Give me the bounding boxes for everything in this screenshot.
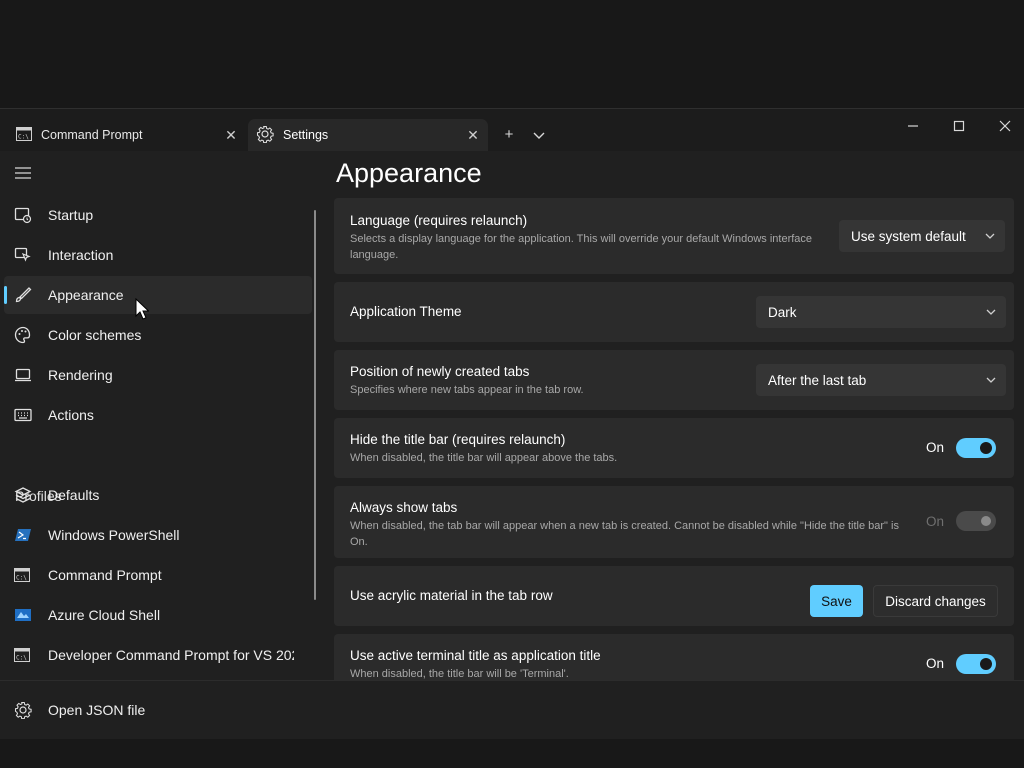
dropdown-value: After the last tab xyxy=(768,372,867,388)
sidebar-item-label: Actions xyxy=(48,407,94,423)
open-json-label: Open JSON file xyxy=(48,702,146,718)
sidebar-item-label: Windows PowerShell xyxy=(48,527,180,543)
chevron-down-icon xyxy=(975,233,1005,239)
sidebar-item-rendering[interactable]: Rendering xyxy=(4,356,312,394)
sidebar-profile-defaults[interactable]: Defaults xyxy=(4,476,312,514)
setting-description: When disabled, the tab bar will appear w… xyxy=(350,520,899,548)
setting-title: Application Theme xyxy=(350,304,462,319)
gear-icon xyxy=(14,701,42,719)
tab-strip: C:\ Command Prompt ✕ Settings ✕ + xyxy=(0,108,1024,151)
setting-tab-position: Position of newly created tabs Specifies… xyxy=(334,350,1014,410)
setting-language: Language (requires relaunch) Selects a d… xyxy=(334,198,1014,274)
interaction-icon xyxy=(14,246,42,264)
sidebar-item-label: Command Prompt xyxy=(48,567,162,583)
tab-label: Command Prompt xyxy=(41,128,143,142)
window-close-icon[interactable] xyxy=(992,119,1018,136)
brush-icon xyxy=(14,286,42,304)
setting-description: When disabled, the title bar will be 'Te… xyxy=(350,668,569,680)
sidebar-item-color-schemes[interactable]: Color schemes xyxy=(4,316,312,354)
toggle-state-label: On xyxy=(925,440,944,455)
azure-icon xyxy=(14,608,42,622)
tab-command-prompt[interactable]: C:\ Command Prompt ✕ xyxy=(0,119,246,151)
setting-theme: Application Theme Dark xyxy=(334,282,1014,342)
setting-title: Language (requires relaunch) xyxy=(350,213,528,228)
sidebar-item-appearance[interactable]: Appearance xyxy=(4,276,312,314)
tab-position-dropdown[interactable]: After the last tab xyxy=(756,364,1006,396)
terminal-window: C:\ Command Prompt ✕ Settings ✕ + Startu… xyxy=(0,108,1024,739)
layers-icon xyxy=(14,486,42,504)
powershell-icon xyxy=(14,528,42,542)
sidebar-item-actions[interactable]: Actions xyxy=(4,396,312,434)
chevron-down-icon xyxy=(976,377,1006,383)
startup-icon xyxy=(14,206,42,224)
sidebar-profile-azure[interactable]: Azure Cloud Shell xyxy=(4,596,312,634)
close-icon[interactable]: ✕ xyxy=(458,127,488,144)
setting-title: Always show tabs xyxy=(350,500,458,515)
minimize-icon[interactable] xyxy=(900,119,926,136)
hamburger-menu-icon[interactable] xyxy=(14,166,32,185)
sidebar-item-label: Appearance xyxy=(48,287,124,303)
save-button[interactable]: Save xyxy=(810,585,863,617)
sidebar-item-startup[interactable]: Startup xyxy=(4,196,312,234)
setting-title: Use acrylic material in the tab row xyxy=(350,588,553,603)
mouse-cursor-icon xyxy=(135,297,150,325)
chevron-down-icon xyxy=(976,309,1006,315)
sidebar-item-label: Defaults xyxy=(48,487,100,503)
setting-description: When disabled, the title bar will appear… xyxy=(350,452,618,464)
page-title: Appearance xyxy=(336,158,482,188)
dropdown-value: Use system default xyxy=(851,228,966,244)
cmd-icon: C:\ xyxy=(16,126,32,144)
setting-hide-title-bar: Hide the title bar (requires relaunch) W… xyxy=(334,418,1014,478)
tab-settings[interactable]: Settings ✕ xyxy=(248,119,488,151)
setting-description: Selects a display language for the appli… xyxy=(350,233,813,261)
sidebar-item-label: Rendering xyxy=(48,367,113,383)
toggle-state-label: On xyxy=(925,656,944,671)
palette-icon xyxy=(14,326,42,344)
setting-always-show-tabs: Always show tabs When disabled, the tab … xyxy=(334,486,1014,558)
sidebar-item-label: Startup xyxy=(48,207,94,223)
toggle-knob xyxy=(981,516,991,526)
maximize-icon[interactable] xyxy=(946,119,972,136)
svg-text:C:\: C:\ xyxy=(16,655,27,662)
setting-description: Specifies where new tabs appear in the t… xyxy=(350,384,584,396)
sidebar-profile-command-prompt[interactable]: C:\ Command Prompt xyxy=(4,556,312,594)
sidebar-item-label: Interaction xyxy=(48,247,114,263)
selection-indicator xyxy=(4,286,7,304)
sidebar-item-interaction[interactable]: Interaction xyxy=(4,236,312,274)
setting-title: Hide the title bar (requires relaunch) xyxy=(350,432,566,447)
setting-title: Use active terminal title as application… xyxy=(350,648,601,663)
setting-active-title: Use active terminal title as application… xyxy=(334,634,1014,680)
active-title-toggle[interactable] xyxy=(956,654,996,674)
chevron-down-icon[interactable] xyxy=(528,127,550,144)
sidebar-item-label: Azure Cloud Shell xyxy=(48,607,161,623)
open-json-file-button[interactable]: Open JSON file xyxy=(4,691,312,729)
setting-title: Position of newly created tabs xyxy=(350,364,530,379)
new-tab-icon[interactable]: + xyxy=(498,126,520,143)
toggle-state-label: On xyxy=(925,514,944,529)
bottom-action-bar: Open JSON file xyxy=(0,680,1024,739)
always-show-tabs-toggle xyxy=(956,511,996,531)
settings-sidebar: Startup Interaction Appearance Color sch… xyxy=(0,150,320,680)
sidebar-item-label: Color schemes xyxy=(48,327,142,343)
sidebar-profile-powershell[interactable]: Windows PowerShell xyxy=(4,516,312,554)
svg-text:C:\: C:\ xyxy=(16,575,27,582)
discard-changes-button[interactable]: Discard changes xyxy=(873,585,998,617)
cmd-icon: C:\ xyxy=(14,648,42,662)
language-dropdown[interactable]: Use system default xyxy=(839,220,1005,252)
svg-text:C:\: C:\ xyxy=(18,133,29,140)
close-icon[interactable]: ✕ xyxy=(216,127,246,144)
tab-label: Settings xyxy=(283,128,329,142)
sidebar-item-label: Developer Command Prompt for VS 2022 xyxy=(48,647,294,663)
sidebar-scrollbar[interactable] xyxy=(314,210,316,600)
gear-icon xyxy=(256,125,274,146)
cmd-icon: C:\ xyxy=(14,568,42,582)
toggle-knob xyxy=(980,658,992,670)
sidebar-profile-developer-command-prompt[interactable]: C:\ Developer Command Prompt for VS 2022 xyxy=(4,636,296,674)
monitor-icon xyxy=(14,367,42,383)
dropdown-value: Dark xyxy=(768,304,797,320)
theme-dropdown[interactable]: Dark xyxy=(756,296,1006,328)
hide-title-bar-toggle[interactable] xyxy=(956,438,996,458)
keyboard-icon xyxy=(14,408,42,422)
toggle-knob xyxy=(980,442,992,454)
